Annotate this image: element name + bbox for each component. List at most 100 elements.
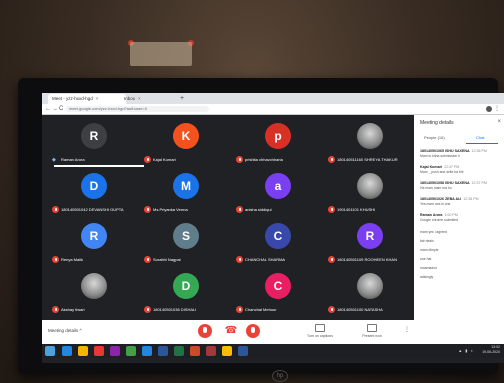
- mic-muted-icon: [52, 206, 59, 213]
- chat-message: 180140501058 ISHU SAXENA 12:37 PM Ha mam m…: [420, 181, 502, 190]
- participant-avatar: C: [265, 223, 291, 249]
- close-icon[interactable]: ×: [497, 119, 501, 125]
- participant-photo: [357, 173, 383, 199]
- participant-tile[interactable]: D 180140501036 DISHALI: [140, 271, 232, 317]
- end-call-button[interactable]: ☎: [224, 324, 238, 338]
- participant-tile[interactable]: 180140501100 NATASHA: [324, 271, 416, 317]
- participant-avatar: K: [173, 123, 199, 149]
- more-options-icon[interactable]: ⋮: [404, 326, 410, 333]
- participant-tile[interactable]: Akshay tiwari: [48, 271, 140, 317]
- tab-close-icon[interactable]: ×: [96, 96, 99, 101]
- windows-taskbar: ▲ ▮ ◖ 13:02 19-06-2020: [42, 344, 504, 358]
- captions-icon: [315, 324, 325, 332]
- present-button[interactable]: Present now: [352, 324, 392, 338]
- taskbar-word2-icon[interactable]: [238, 346, 248, 356]
- taskbar-explorer-icon[interactable]: [78, 346, 88, 356]
- chat-text: mam yes i agreed: [420, 230, 447, 234]
- taskbar-media-icon[interactable]: [94, 346, 104, 356]
- active-tab-indicator: [466, 143, 498, 144]
- tab-close-icon[interactable]: ×: [138, 96, 141, 101]
- mic-muted-icon: [52, 306, 59, 313]
- meeting-details-button[interactable]: Meeting details ^: [48, 328, 82, 333]
- participant-name: Renya Malik: [61, 257, 84, 262]
- mic-muted-icon: [144, 306, 151, 313]
- participant-tile[interactable]: C Chanchal Mehour: [232, 271, 324, 317]
- mic-muted-icon: [52, 256, 59, 263]
- screen: Meet - yzz-hxxd-hgd × Inbox × + ← → C meet…: [42, 93, 504, 363]
- taskbar-app-icon[interactable]: [110, 346, 120, 356]
- profile-avatar[interactable]: [486, 106, 492, 112]
- chat-time: 12:37 PM: [471, 181, 487, 185]
- hp-logo: hp: [272, 370, 288, 382]
- participant-photo: [81, 273, 107, 299]
- forward-icon[interactable]: →: [52, 104, 58, 114]
- participant-tile[interactable]: S Surabhi Nagpal: [140, 221, 232, 267]
- windows-start-icon[interactable]: [45, 346, 55, 356]
- taskbar-mail-icon[interactable]: [142, 346, 152, 356]
- participant-name: 180140501042 DEVANSHI GUPTA: [61, 207, 124, 212]
- participant-tile[interactable]: R Renya Malik: [48, 221, 140, 267]
- system-tray-icons: ▲ ▮ ◖: [458, 348, 474, 353]
- taskbar-word-icon[interactable]: [158, 346, 168, 356]
- camera-toggle-button[interactable]: [246, 324, 260, 338]
- chat-message: mam yes i agreed: [420, 229, 502, 234]
- chat-author: 180140501065 ISHU SAXENA 12:36 PM: [420, 149, 487, 153]
- taskbar-ie-icon[interactable]: [62, 346, 72, 356]
- mic-muted-icon: [328, 306, 335, 313]
- participant-tile[interactable]: M Ms.Priyanka Verma: [140, 171, 232, 217]
- chat-author: 180140501058 ISHU SAXENA 12:37 PM: [420, 181, 487, 185]
- participant-name: 180140501036 DISHALI: [153, 307, 197, 312]
- new-tab-button[interactable]: +: [180, 94, 184, 104]
- participant-photo: [357, 123, 383, 149]
- reload-icon[interactable]: C: [59, 104, 63, 114]
- participant-tile[interactable]: K Kajal Kumari: [140, 121, 232, 167]
- url-input[interactable]: meet.google.com/yzz-hxxd-hgd?authuser=0: [66, 106, 209, 112]
- participant-avatar: R: [81, 223, 107, 249]
- call-controls: Meeting details ^ ☎ Turn on captions Pre…: [42, 320, 414, 344]
- tab-chat[interactable]: Chat: [476, 135, 484, 140]
- mic-muted-icon: [236, 206, 243, 213]
- chat-author: Raman Arora 1:00 PM: [420, 213, 458, 217]
- participant-tile[interactable]: D 180140501042 DEVANSHI GUPTA: [48, 171, 140, 217]
- active-speaker-bar: [54, 165, 144, 167]
- participant-tile[interactable]: p prishita chhavchharia: [232, 121, 324, 167]
- taskbar-chrome-icon[interactable]: [222, 346, 232, 356]
- chat-text: Google chrome submited: [420, 218, 458, 222]
- chat-text: adisingly: [420, 275, 434, 279]
- mic-muted-icon: [236, 256, 243, 263]
- taskbar-ppt-icon[interactable]: [190, 346, 200, 356]
- tab-inbox[interactable]: Inbox ×: [120, 94, 184, 104]
- participant-name: 180140511160 SHREYA THAKUR: [337, 157, 398, 162]
- participant-tile[interactable]: 180140511160 SHREYA THAKUR: [324, 121, 416, 167]
- participant-name: Surabhi Nagpal: [153, 257, 181, 262]
- participant-name: prishita chhavchharia: [245, 157, 283, 162]
- mic-toggle-button[interactable]: [198, 324, 212, 338]
- participant-avatar: R: [81, 123, 107, 149]
- back-icon[interactable]: ←: [45, 104, 51, 114]
- captions-button[interactable]: Turn on captions: [300, 324, 340, 338]
- clock: 13:02 19-06-2020: [482, 345, 500, 354]
- chat-message: Raman Arora 1:00 PM Google chrome submited: [420, 213, 502, 222]
- participant-tile[interactable]: R 180140501109 ROOHEEN KHAN: [324, 221, 416, 267]
- tab-meet[interactable]: Meet - yzz-hxxd-hgd ×: [48, 94, 126, 104]
- participant-tile[interactable]: R ◆ Raman Arora: [48, 121, 144, 167]
- participant-photo: [357, 273, 383, 299]
- tab-people[interactable]: People (16): [424, 135, 445, 140]
- browser-menu-icon[interactable]: ⋮: [494, 104, 500, 114]
- participant-tile[interactable]: a anisha siddiqui: [232, 171, 324, 217]
- participant-grid: R ◆ Raman Arora K Kajal Kumari p prishita chha…: [42, 115, 414, 320]
- participant-tile[interactable]: 1901401101 KHUSHI: [324, 171, 416, 217]
- taskbar-store-icon[interactable]: [126, 346, 136, 356]
- participant-name: Raman Arora: [61, 157, 85, 162]
- panel-title: Meeting details: [420, 120, 454, 126]
- chat-message: adisingly: [420, 274, 502, 279]
- chat-text: Mam _ push and write ka bhi: [420, 170, 464, 174]
- participant-tile[interactable]: C CHANCHAL SHARMA: [232, 221, 324, 267]
- taskbar-excel-icon[interactable]: [174, 346, 184, 356]
- chat-message: 180140501026 ZEBA ALI 12:38 PM Yes mam ans…: [420, 197, 502, 206]
- participant-name: Chanchal Mehour: [245, 307, 277, 312]
- taskbar-access-icon[interactable]: [206, 346, 216, 356]
- chat-message: one hat: [420, 256, 502, 261]
- chat-message: maamadon: [420, 265, 502, 270]
- wall-paper-note: [130, 42, 192, 66]
